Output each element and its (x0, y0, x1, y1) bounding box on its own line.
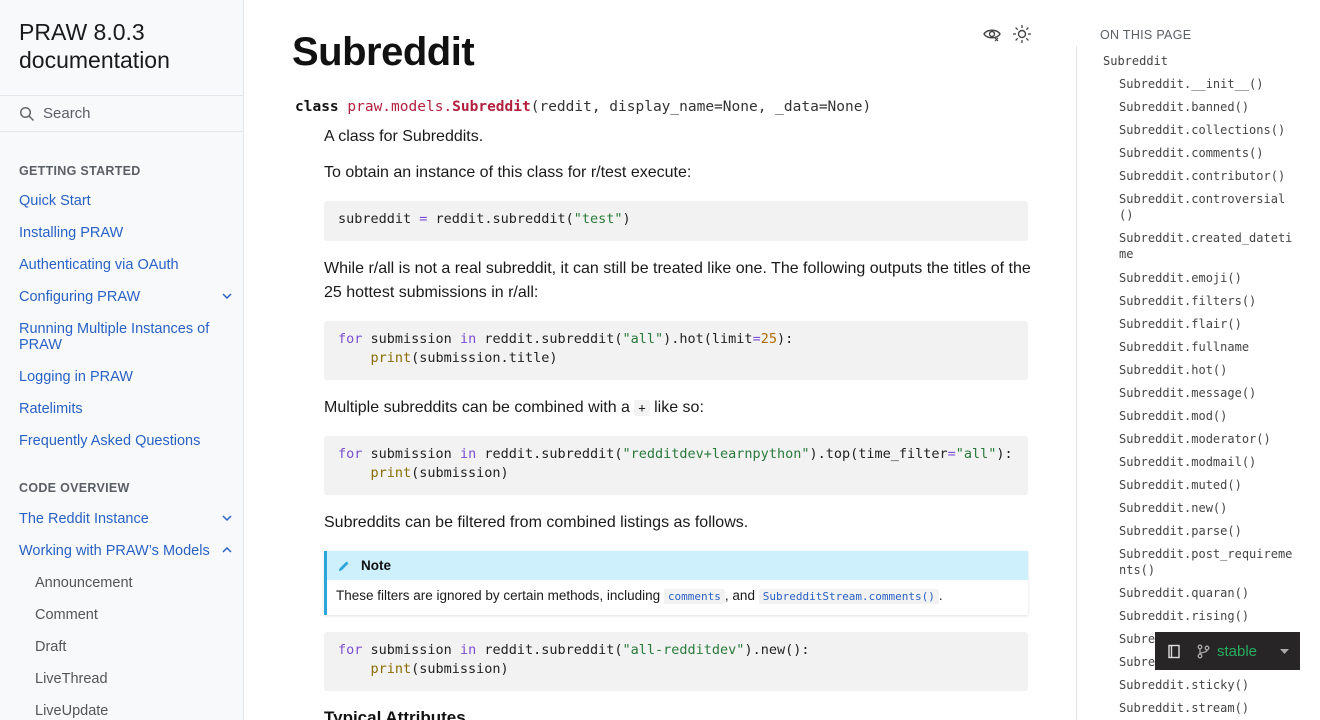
toc-item-root[interactable]: Subreddit (1103, 53, 1285, 69)
stream-comments-link[interactable]: SubredditStream.comments() (758, 589, 939, 604)
toc-item[interactable]: Subreddit.quaran() (1119, 585, 1301, 601)
toc-item[interactable]: Subreddit.fullname (1119, 339, 1301, 355)
nav-item-label: Working with PRAW’s Models (19, 543, 210, 559)
toc-item[interactable]: Subreddit.parse() (1119, 523, 1301, 539)
nav-item-installing[interactable]: Installing PRAW (19, 225, 234, 241)
toc-item[interactable]: Subreddit.muted() (1119, 477, 1301, 493)
nav-item-label: Configuring PRAW (19, 289, 141, 305)
nav-item-label: The Reddit Instance (19, 511, 149, 527)
toc-item[interactable]: Subreddit.contributor() (1119, 168, 1301, 184)
all-text: While r/all is not a real subreddit, it … (324, 260, 1031, 301)
search-icon (19, 106, 35, 121)
toc-item[interactable]: Subreddit.post_requirements() (1119, 546, 1294, 578)
git-branch-icon (1197, 644, 1210, 658)
intro-text: A class for Subreddits. (324, 128, 484, 145)
sidebar: PRAW 8.0.3 documentation Search GETTING … (0, 0, 244, 720)
pencil-icon (339, 561, 349, 571)
toc-item[interactable]: Subreddit.moderator() (1119, 431, 1301, 447)
toc-item[interactable]: Subreddit.modmail() (1119, 454, 1301, 470)
note-header: Note (327, 551, 1028, 580)
nav-item-reddit-instance[interactable]: The Reddit Instance (19, 511, 234, 527)
version-label: stable (1217, 642, 1258, 660)
nav-caption-code-overview: CODE OVERVIEW (19, 481, 130, 495)
signature-module: praw.models. (347, 99, 453, 115)
note-text-end: . (938, 588, 943, 603)
chevron-down-icon[interactable] (220, 511, 234, 525)
multi-text-before: Multiple subreddits can be combined with… (324, 399, 630, 416)
signature-params: (reddit, display_name=None, _data=None) (530, 99, 872, 115)
toc-item[interactable]: Subreddit.sticky() (1119, 677, 1301, 693)
comments-link[interactable]: comments (663, 589, 725, 604)
search-placeholder: Search (43, 105, 91, 122)
nav-item-configuring[interactable]: Configuring PRAW (19, 289, 234, 305)
toc-item[interactable]: Subreddit.__init__() (1119, 76, 1301, 92)
class-signature: class praw.models.Subreddit(reddit, disp… (295, 99, 871, 115)
toc-item[interactable]: Subreddit.rising() (1119, 608, 1301, 624)
multi-text-after: like so: (654, 399, 704, 416)
nav-item-multiple-instances[interactable]: Running Multiple Instances of PRAW (19, 321, 234, 353)
toc-item[interactable]: Subreddit.controversial() (1119, 191, 1294, 223)
view-source-icon[interactable] (982, 24, 1002, 44)
code-block-test[interactable]: subreddit = reddit.subreddit("test") (324, 201, 1028, 241)
signature-keyword: class (295, 99, 339, 115)
note-admonition: Note These filters are ignored by certai… (324, 551, 1028, 615)
page-title: Subreddit (292, 30, 475, 74)
nav-item-ratelimits[interactable]: Ratelimits (19, 401, 234, 417)
section-heading: Typical Attributes (324, 708, 466, 720)
nav-item-faq[interactable]: Frequently Asked Questions (19, 433, 234, 449)
toc-divider (1076, 46, 1077, 720)
toc-item[interactable]: Subreddit.comments() (1119, 145, 1301, 161)
book-icon (1168, 644, 1180, 658)
code-block-top[interactable]: for submission in reddit.subreddit("redd… (324, 436, 1028, 495)
nav-item-quick-start[interactable]: Quick Start (19, 193, 234, 209)
toc-item[interactable]: Subreddit.flair() (1119, 316, 1301, 332)
nav-item-draft[interactable]: Draft (35, 639, 243, 655)
note-title: Note (361, 558, 391, 573)
toc-item[interactable]: Subreddit.banned() (1119, 99, 1301, 115)
toc-item[interactable]: Subreddit.collections() (1119, 122, 1301, 138)
note-text-mid: , and (724, 588, 755, 603)
toc-item[interactable]: Subreddit.stream() (1119, 700, 1301, 716)
search-box[interactable]: Search (0, 95, 243, 132)
nav-item-livethread[interactable]: LiveThread (35, 671, 243, 687)
brand-title[interactable]: PRAW 8.0.3 documentation (19, 18, 239, 74)
toc-item[interactable]: Subreddit.emoji() (1119, 270, 1301, 286)
toc-item[interactable]: Subreddit.mod() (1119, 408, 1301, 424)
note-body: These filters are ignored by certain met… (327, 580, 1028, 611)
multi-text: Multiple subreddits can be combined with… (324, 396, 1034, 420)
theme-toggle-icon[interactable] (1012, 24, 1032, 44)
filter-text: Subreddits can be filtered from combined… (324, 514, 749, 531)
toc-item[interactable]: Subreddit.message() (1119, 385, 1301, 401)
version-badge[interactable]: stable (1155, 632, 1300, 670)
nav-item-authenticating[interactable]: Authenticating via OAuth (19, 257, 234, 273)
note-text-before: These filters are ignored by certain met… (336, 588, 661, 603)
caret-down-icon[interactable] (1277, 644, 1292, 659)
toc-item[interactable]: Subreddit.filters() (1119, 293, 1301, 309)
code-block-new[interactable]: for submission in reddit.subreddit("all-… (324, 632, 1028, 691)
toc-caption: ON THIS PAGE (1100, 28, 1192, 42)
nav-item-logging[interactable]: Logging in PRAW (19, 369, 234, 385)
page-actions (982, 24, 1032, 44)
plus-code: + (634, 400, 650, 416)
nav-caption-getting-started: GETTING STARTED (19, 164, 141, 178)
code-block-hot[interactable]: for submission in reddit.subreddit("all"… (324, 321, 1028, 380)
signature-name: Subreddit (452, 99, 531, 115)
toc-item[interactable]: Subreddit.created_datetime (1119, 230, 1294, 262)
main-content: Subreddit class praw.models.Subreddit(re… (292, 0, 1052, 720)
nav-item-liveupdate[interactable]: LiveUpdate (35, 703, 243, 719)
toc-item[interactable]: Subreddit.new() (1119, 500, 1301, 516)
nav-item-models[interactable]: Working with PRAW’s Models (19, 543, 234, 559)
nav-item-announcement[interactable]: Announcement (35, 575, 243, 591)
nav-item-comment[interactable]: Comment (35, 607, 243, 623)
toc-item[interactable]: Subreddit.hot() (1119, 362, 1301, 378)
chevron-up-icon[interactable] (220, 543, 234, 557)
instance-text: To obtain an instance of this class for … (324, 164, 692, 181)
chevron-down-icon[interactable] (220, 289, 234, 303)
